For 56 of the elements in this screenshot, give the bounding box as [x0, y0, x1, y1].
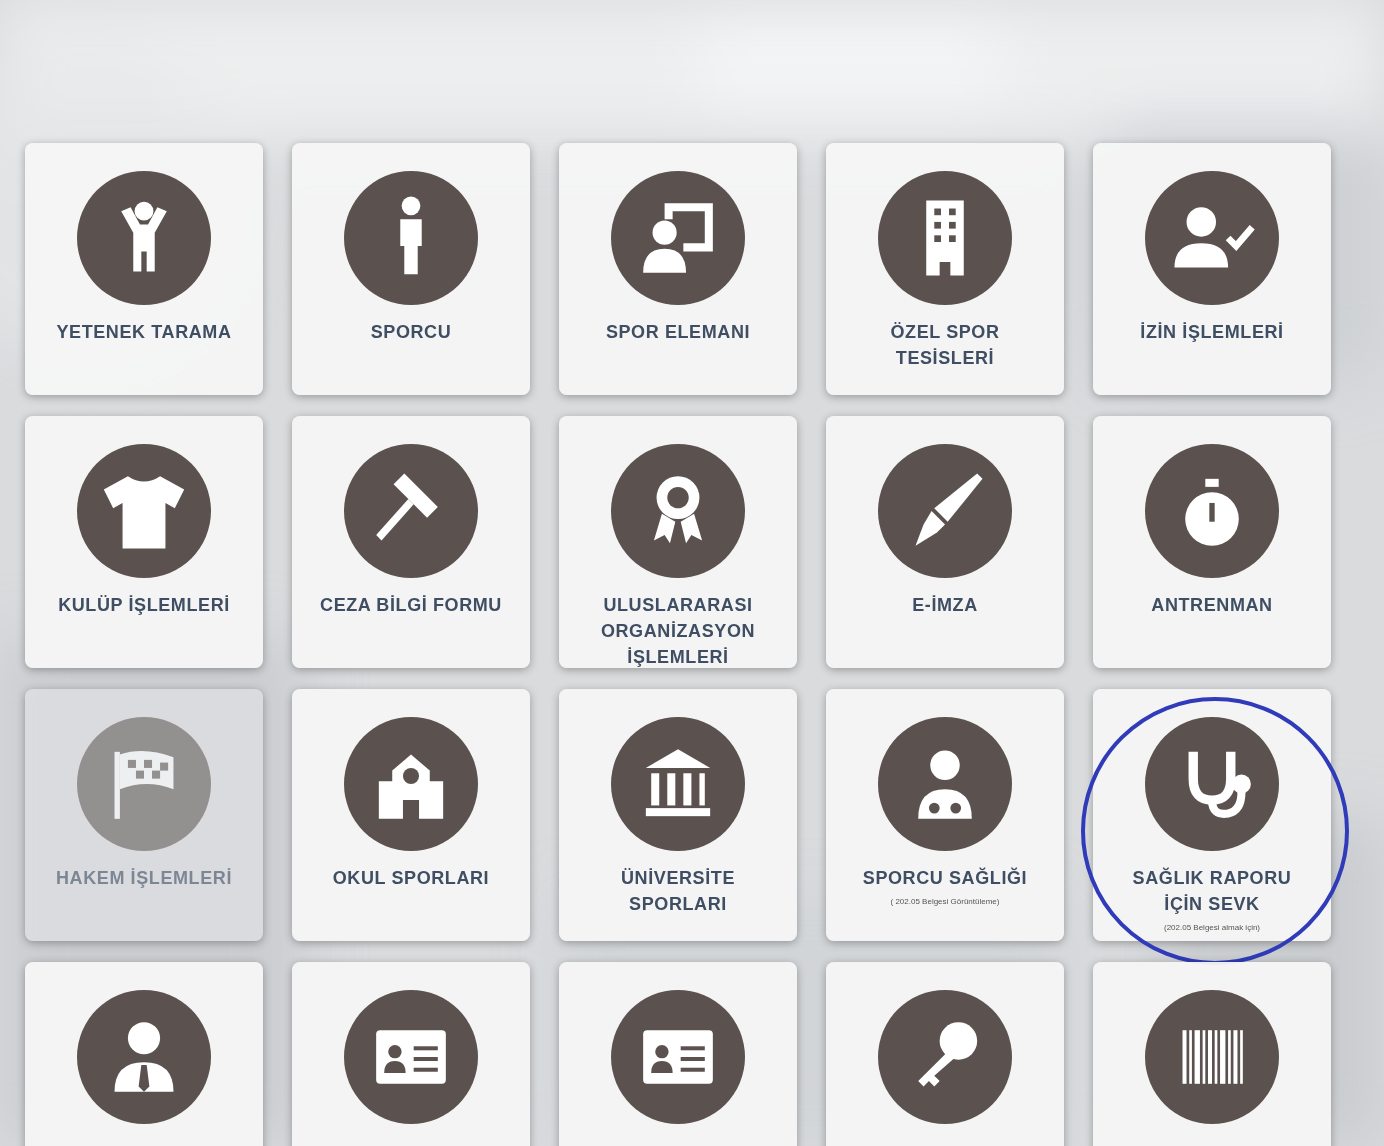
menu-tile[interactable]: SPORCU SAĞLIĞI ( 202.05 Belgesi Görüntüleme) [826, 689, 1064, 941]
tile-label: KULÜP İŞLEMLERİ [57, 594, 231, 617]
barcode-icon [1145, 990, 1279, 1124]
tile-label: YETENEK TARAMA [55, 321, 233, 344]
user-check-icon [1145, 171, 1279, 305]
menu-tile[interactable]: KULÜP İŞLEMLERİ [25, 416, 263, 668]
menu-tile[interactable]: YETENEK TARAMA [25, 143, 263, 395]
teacher-board-icon [611, 171, 745, 305]
stopwatch-icon [1145, 444, 1279, 578]
menu-tile[interactable]: ANTRENMAN [1093, 416, 1331, 668]
tile-note: (202.05 Belgesi almak için) [1163, 923, 1260, 932]
tile-label: SPORCU [369, 321, 453, 344]
menu-tile[interactable]: İZİN İŞLEMLERİ [1093, 143, 1331, 395]
menu-tile[interactable] [1093, 962, 1331, 1146]
tile-label: HAKEM İŞLEMLERİ [55, 867, 233, 890]
pen-nib-icon [878, 444, 1012, 578]
menu-tile[interactable]: SPORCU [292, 143, 530, 395]
stethoscope-icon [1145, 717, 1279, 851]
tile-label: CEZA BİLGİ FORMU [319, 594, 503, 617]
menu-tile[interactable]: ÜNİVERSİTE SPORLARI [559, 689, 797, 941]
award-icon [611, 444, 745, 578]
tile-label: SPORCU SAĞLIĞI [861, 866, 1029, 890]
menu-tile[interactable] [559, 962, 797, 1146]
menu-tile[interactable]: OKUL SPORLARI [292, 689, 530, 941]
tile-label: E-İMZA [911, 594, 979, 617]
tile-label: ANTRENMAN [1150, 594, 1274, 617]
gavel-icon [344, 444, 478, 578]
menu-tile[interactable] [292, 962, 530, 1146]
menu-tile[interactable] [25, 962, 263, 1146]
menu-tile[interactable]: E-İMZA [826, 416, 1064, 668]
key-icon [878, 990, 1012, 1124]
tile-label: OKUL SPORLARI [331, 867, 491, 890]
building-icon [878, 171, 1012, 305]
tile-label: SAĞLIK RAPORU İÇİN SEVK [1131, 866, 1293, 916]
tile-label: İZİN İŞLEMLERİ [1139, 321, 1285, 344]
tile-label: ÖZEL SPOR TESİSLERİ [889, 321, 1001, 370]
t-shirt-icon [77, 444, 211, 578]
id-card-icon [344, 990, 478, 1124]
school-icon [344, 717, 478, 851]
doctor-icon [878, 717, 1012, 851]
menu-tile[interactable]: SAĞLIK RAPORU İÇİN SEVK (202.05 Belgesi almak için) [1093, 689, 1331, 941]
menu-tile[interactable]: CEZA BİLGİ FORMU [292, 416, 530, 668]
columned-building-icon [611, 717, 745, 851]
menu-tile[interactable]: SPOR ELEMANI [559, 143, 797, 395]
id-card-icon [611, 990, 745, 1124]
child-icon [77, 171, 211, 305]
tile-label: ÜNİVERSİTE SPORLARI [620, 867, 736, 916]
tile-label: SPOR ELEMANI [604, 321, 752, 344]
tile-label: ULUSLARARASI ORGANİZASYON İŞLEMLERİ [599, 594, 757, 669]
businessman-icon [77, 990, 211, 1124]
menu-tile[interactable]: ÖZEL SPOR TESİSLERİ [826, 143, 1064, 395]
menu-tile[interactable]: ULUSLARARASI ORGANİZASYON İŞLEMLERİ [559, 416, 797, 668]
checkered-flag-icon [77, 717, 211, 851]
tile-note: ( 202.05 Belgesi Görüntüleme) [890, 897, 1000, 906]
person-icon [344, 171, 478, 305]
menu-tile[interactable] [826, 962, 1064, 1146]
